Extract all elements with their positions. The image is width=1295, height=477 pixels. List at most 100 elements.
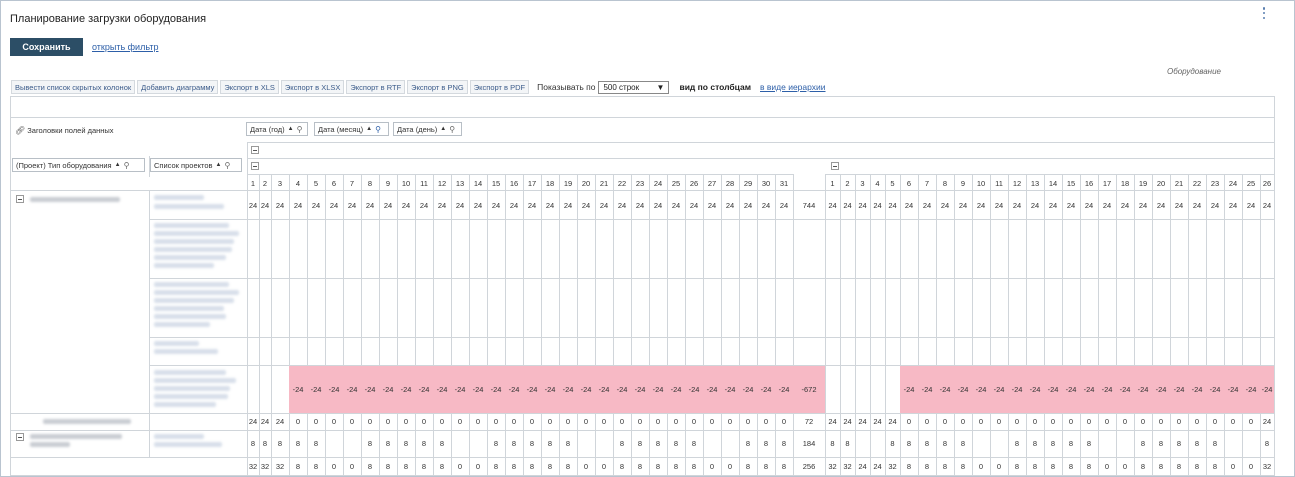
data-cell: 24 <box>260 200 270 210</box>
data-cell: 8 <box>960 461 966 471</box>
grid-line <box>10 475 1274 476</box>
filter-icon[interactable]: ⚲ <box>375 125 381 134</box>
redacted-label <box>154 282 229 287</box>
collapse-group-minus-icon[interactable] <box>16 195 24 203</box>
data-cell: 8 <box>1086 461 1092 471</box>
filter-icon[interactable]: ⚲ <box>224 161 230 170</box>
data-cell: 8 <box>655 461 661 471</box>
grid-line <box>10 96 1274 97</box>
data-cell: 0 <box>1032 417 1038 426</box>
sort-up-icon[interactable]: ▲ <box>288 126 294 132</box>
sort-up-icon[interactable]: ▲ <box>366 126 372 132</box>
add-chart-button[interactable]: Добавить диаграмму <box>137 80 219 94</box>
day-header-june: 15 <box>1066 179 1076 188</box>
day-header-june: 1 <box>830 179 835 188</box>
data-cell: 0 <box>709 417 715 426</box>
filter-icon[interactable]: ⚲ <box>297 125 303 134</box>
data-cell: 32 <box>248 461 258 471</box>
show-by-label: Показывать по <box>537 82 596 92</box>
data-cell: 0 <box>457 461 463 471</box>
day-header-may: 5 <box>313 179 319 188</box>
sort-up-icon[interactable]: ▲ <box>440 126 446 132</box>
export-png-button[interactable]: Экспорт в PNG <box>407 80 468 94</box>
data-cell: 8 <box>890 439 895 448</box>
day-header-june: 11 <box>995 179 1003 188</box>
day-header-may: 12 <box>437 179 447 188</box>
collapse-year-minus-icon[interactable] <box>251 146 259 154</box>
chip-project-list[interactable]: Список проектов ▲ ⚲ <box>150 158 242 172</box>
chip-date-month[interactable]: Дата (месяц) ▲ ⚲ <box>314 122 389 136</box>
day-header-june: 23 <box>1210 179 1220 188</box>
sort-up-icon[interactable]: ▲ <box>115 162 121 168</box>
data-cell: 8 <box>367 461 373 471</box>
data-cell: -24 <box>778 384 790 394</box>
rows-per-page-select[interactable]: 500 строк ▼ <box>598 80 670 94</box>
export-pdf-button[interactable]: Экспорт в PDF <box>469 80 530 94</box>
data-cell: 0 <box>583 461 589 471</box>
chip-date-year[interactable]: Дата (год) ▲ ⚲ <box>246 122 308 136</box>
data-cell: 24 <box>581 200 591 210</box>
data-cell: 24 <box>940 200 950 210</box>
data-cell: -24 <box>562 384 574 394</box>
data-cell: -24 <box>724 384 736 394</box>
day-header-june: 18 <box>1120 179 1130 188</box>
export-rtf-button[interactable]: Экспорт в RTF <box>346 80 406 94</box>
data-cell: -24 <box>921 384 933 394</box>
filter-icon[interactable]: ⚲ <box>124 161 130 170</box>
chip-label: Дата (год) <box>250 124 285 134</box>
data-cell: -24 <box>1227 384 1239 394</box>
day-header-june: 5 <box>890 179 895 188</box>
kebab-menu-icon[interactable] <box>1259 6 1269 20</box>
data-cell: 24 <box>888 200 897 210</box>
data-cell: 8 <box>845 439 850 448</box>
day-header-may: 4 <box>295 179 301 188</box>
export-xlsx-button[interactable]: Экспорт в XLSX <box>280 80 345 94</box>
redacted-label <box>154 349 218 354</box>
data-cell: 24 <box>873 417 882 426</box>
data-cell: -24 <box>490 384 502 394</box>
data-cell: 8 <box>1264 439 1270 448</box>
export-xls-button[interactable]: Экспорт в XLS <box>220 80 279 94</box>
data-cell: 8 <box>619 439 625 448</box>
data-cell: 8 <box>295 461 301 471</box>
data-cell: 8 <box>1212 439 1218 448</box>
grid-line <box>10 457 1274 458</box>
data-cell: 24 <box>1030 200 1040 210</box>
data-cell: -24 <box>652 384 664 394</box>
day-header-may: 14 <box>473 179 483 188</box>
collapse-group-minus-icon[interactable] <box>16 433 24 441</box>
day-header-may: 16 <box>509 179 519 188</box>
data-cell: -24 <box>760 384 772 394</box>
redacted-label <box>154 263 214 268</box>
equipment-label: Оборудование <box>1167 67 1221 76</box>
sort-up-icon[interactable]: ▲ <box>215 162 221 168</box>
hierarchy-view-link[interactable]: в виде иерархии <box>760 82 826 92</box>
open-filter-link[interactable]: открыть фильтр <box>92 42 158 52</box>
redacted-label <box>154 223 229 228</box>
data-cell: 8 <box>439 461 445 471</box>
data-cell: 0 <box>1104 461 1110 471</box>
data-cell: 24 <box>275 200 285 210</box>
data-cell: -24 <box>454 384 466 394</box>
show-hidden-columns-button[interactable]: Вывести список скрытых колонок <box>11 80 136 94</box>
data-cell: -24 <box>1029 384 1041 394</box>
save-button[interactable]: Сохранить <box>10 38 83 56</box>
day-header-may: 22 <box>617 179 627 188</box>
redacted-label <box>154 231 239 236</box>
redacted-label <box>154 255 226 260</box>
collapse-may-minus-icon[interactable] <box>251 162 259 170</box>
data-cell: 8 <box>547 439 553 448</box>
collapse-june-minus-icon[interactable] <box>831 162 839 170</box>
filter-icon[interactable]: ⚲ <box>449 125 455 134</box>
data-cell: 32 <box>843 461 852 471</box>
data-cell: 0 <box>421 417 427 426</box>
data-cell: 8 <box>1014 461 1020 471</box>
chip-date-day[interactable]: Дата (день) ▲ ⚲ <box>393 122 462 136</box>
day-header-june: 20 <box>1156 179 1166 188</box>
redacted-label <box>154 298 234 303</box>
data-cell: 8 <box>367 439 373 448</box>
data-cell: 0 <box>763 417 769 426</box>
data-cell: 0 <box>367 417 373 426</box>
chip-equipment-type[interactable]: (Проект) Тип оборудования ▲ ⚲ <box>12 158 145 172</box>
redacted-label <box>154 314 226 319</box>
